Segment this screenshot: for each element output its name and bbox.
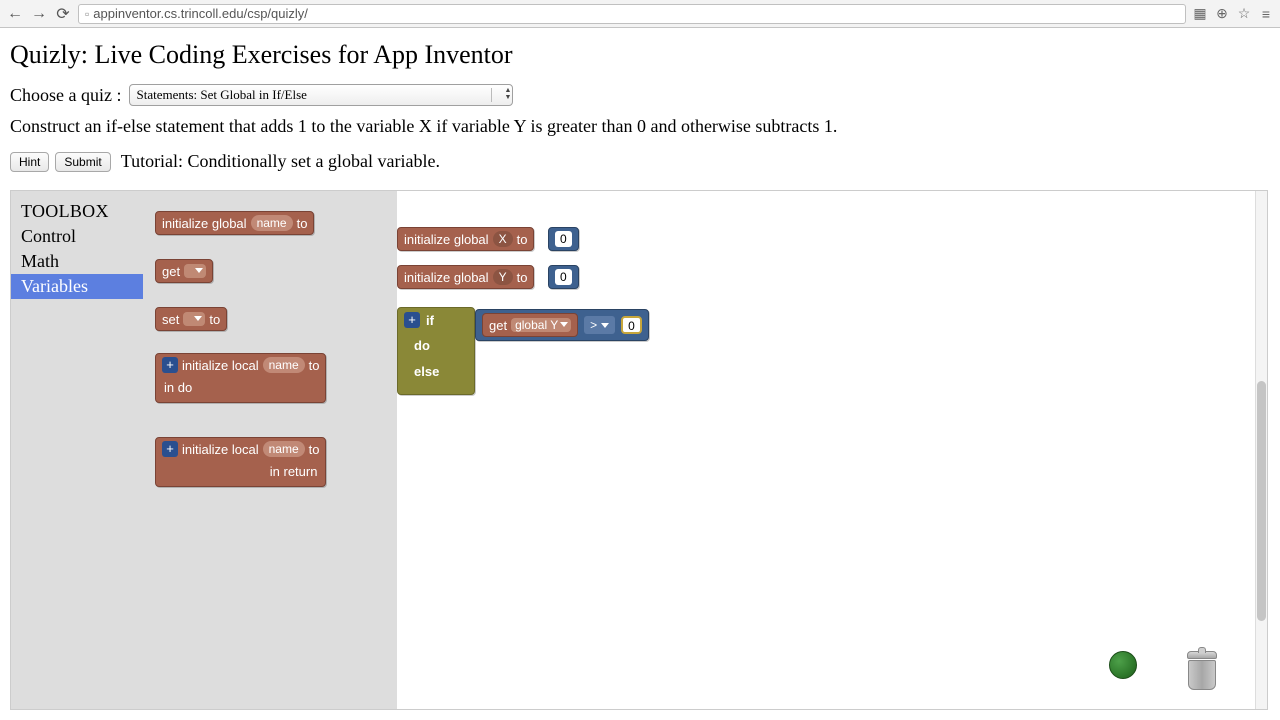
- tutorial-text: Tutorial: Conditionally set a global var…: [121, 151, 440, 172]
- block-get-global-y[interactable]: get global Y: [482, 313, 578, 337]
- url-bar[interactable]: ▫ appinventor.cs.trincoll.edu/csp/quizly…: [78, 4, 1186, 24]
- label: to: [309, 442, 320, 457]
- mutator-plus-icon[interactable]: +: [404, 312, 420, 328]
- block-compare[interactable]: get global Y > 0: [475, 309, 649, 341]
- quiz-select[interactable]: Statements: Set Global in If/Else ▲▼: [129, 84, 513, 106]
- operator-dropdown[interactable]: >: [584, 316, 615, 334]
- block-init-global[interactable]: initialize global name to: [155, 211, 314, 235]
- label: initialize local: [182, 442, 259, 457]
- if-label: if: [426, 313, 434, 328]
- scrollbar-thumb[interactable]: [1257, 381, 1266, 621]
- zoom-icon[interactable]: ⊕: [1214, 6, 1230, 22]
- toolbox-flyout: initialize global name to get set to: [143, 191, 397, 709]
- label: in do: [164, 380, 192, 395]
- reload-icon[interactable]: ⟳: [54, 5, 72, 23]
- toolbox-title: TOOLBOX: [11, 199, 143, 224]
- name-tag: name: [263, 357, 305, 373]
- browser-chrome: ← → ⟳ ▫ appinventor.cs.trincoll.edu/csp/…: [0, 0, 1280, 28]
- label: initialize global: [162, 216, 247, 231]
- category-control[interactable]: Control: [11, 224, 143, 249]
- label: set: [162, 312, 179, 327]
- hint-button[interactable]: Hint: [10, 152, 49, 172]
- menu-icon[interactable]: ≡: [1258, 6, 1274, 22]
- back-icon[interactable]: ←: [6, 5, 24, 23]
- label: get: [162, 264, 180, 279]
- block-init-global-y[interactable]: initialize global Y to: [397, 265, 534, 289]
- name-tag: name: [263, 441, 305, 457]
- select-arrows-icon: ▲▼: [505, 87, 512, 101]
- label: to: [517, 270, 528, 285]
- name-tag: name: [251, 215, 293, 231]
- page-icon: ▫: [85, 7, 89, 21]
- block-init-local-return[interactable]: + initialize local name to in return: [155, 437, 326, 487]
- extension-icon[interactable]: ▦: [1192, 6, 1208, 22]
- toolbox-sidebar: TOOLBOX Control Math Variables: [11, 191, 143, 709]
- button-row: Hint Submit Tutorial: Conditionally set …: [10, 151, 1270, 172]
- dropdown-icon[interactable]: [184, 264, 206, 278]
- label: initialize global: [404, 270, 489, 285]
- label: to: [297, 216, 308, 231]
- backpack-icon[interactable]: [1109, 651, 1137, 679]
- number-value[interactable]: 0: [555, 269, 572, 285]
- chrome-right-icons: ▦ ⊕ ☆ ≡: [1192, 6, 1274, 22]
- forward-icon[interactable]: →: [30, 5, 48, 23]
- blockly-workspace: TOOLBOX Control Math Variables initializ…: [10, 190, 1268, 710]
- quiz-select-value: Statements: Set Global in If/Else: [136, 87, 306, 103]
- block-get[interactable]: get: [155, 259, 213, 283]
- else-label: else: [414, 364, 439, 379]
- var-tag-x: X: [493, 231, 513, 247]
- block-number-y[interactable]: 0: [548, 265, 579, 289]
- page-body: Quizly: Live Coding Exercises for App In…: [0, 28, 1280, 716]
- trash-icon[interactable]: [1185, 651, 1219, 691]
- block-set[interactable]: set to: [155, 307, 227, 331]
- block-init-global-x[interactable]: initialize global X to: [397, 227, 534, 251]
- quiz-instruction: Construct an if-else statement that adds…: [10, 116, 1270, 137]
- choose-quiz-label: Choose a quiz :: [10, 85, 121, 106]
- block-number-x[interactable]: 0: [548, 227, 579, 251]
- label: get: [489, 318, 507, 333]
- label: initialize local: [182, 358, 259, 373]
- block-if-else[interactable]: + if do else: [397, 307, 475, 395]
- var-tag-y: Y: [493, 269, 513, 285]
- mutator-plus-icon[interactable]: +: [162, 357, 178, 373]
- dropdown-icon[interactable]: [183, 312, 205, 326]
- page-title: Quizly: Live Coding Exercises for App In…: [10, 40, 1270, 70]
- label: to: [209, 312, 220, 327]
- do-label: do: [414, 338, 430, 353]
- category-variables[interactable]: Variables: [11, 274, 143, 299]
- compare-rhs[interactable]: 0: [621, 316, 642, 334]
- submit-button[interactable]: Submit: [55, 152, 110, 172]
- block-init-local-do[interactable]: + initialize local name to in do: [155, 353, 326, 403]
- star-icon[interactable]: ☆: [1236, 6, 1252, 22]
- label: to: [517, 232, 528, 247]
- var-dropdown[interactable]: global Y: [511, 318, 571, 332]
- mutator-plus-icon[interactable]: +: [162, 441, 178, 457]
- label: in return: [270, 464, 318, 479]
- label: to: [309, 358, 320, 373]
- vertical-scrollbar[interactable]: [1255, 191, 1267, 709]
- workspace-canvas[interactable]: initialize global X to 0 initialize glob…: [397, 191, 1267, 709]
- url-text: appinventor.cs.trincoll.edu/csp/quizly/: [93, 6, 308, 21]
- choose-quiz-row: Choose a quiz : Statements: Set Global i…: [10, 84, 1270, 106]
- category-math[interactable]: Math: [11, 249, 143, 274]
- number-value[interactable]: 0: [555, 231, 572, 247]
- label: initialize global: [404, 232, 489, 247]
